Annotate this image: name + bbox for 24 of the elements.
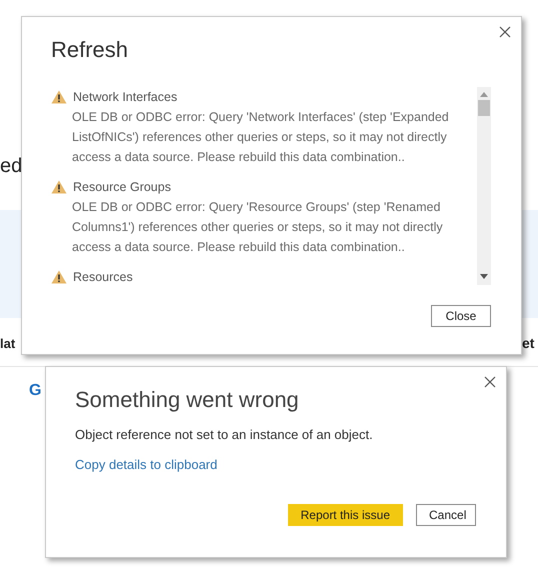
dialog-title: Something went wrong (75, 387, 300, 413)
warning-icon (51, 270, 67, 284)
dialog-title: Refresh (51, 37, 130, 63)
copy-details-link[interactable]: Copy details to clipboard (75, 457, 218, 472)
close-button[interactable]: Close (431, 305, 491, 327)
warning-icon (51, 180, 67, 194)
query-name: Resource Groups (73, 180, 171, 194)
background-text: et (522, 335, 534, 351)
query-name: Network Interfaces (73, 90, 178, 104)
warning-icon (51, 90, 67, 104)
error-message: OLE DB or ODBC error: Query 'Network Interfaces' (step 'Expanded ListOfNICs') references other queries or steps, so it may not directly access a data source. Please rebuild this data combination.. (72, 109, 450, 166)
query-name: Resources (73, 270, 133, 284)
close-icon[interactable] (484, 376, 496, 388)
cancel-button[interactable]: Cancel (416, 504, 476, 526)
error-message: OLE DB or ODBC error: Query 'Resource Groups' (step 'Renamed Columns1') references other queries or steps, so it may not directly access a data source. Please rebuild this data combination.. (72, 199, 444, 256)
scroll-down-icon[interactable] (480, 274, 488, 279)
background-text: G (29, 382, 42, 400)
scrollbar-thumb[interactable] (478, 100, 490, 116)
report-button[interactable]: Report this issue (288, 504, 403, 526)
scrollbar[interactable] (477, 87, 491, 285)
error-message: Object reference not set to an instance of an object. (75, 427, 374, 442)
background-text: lat (0, 336, 16, 351)
close-icon[interactable] (499, 26, 511, 38)
background-text: ed (0, 155, 22, 178)
